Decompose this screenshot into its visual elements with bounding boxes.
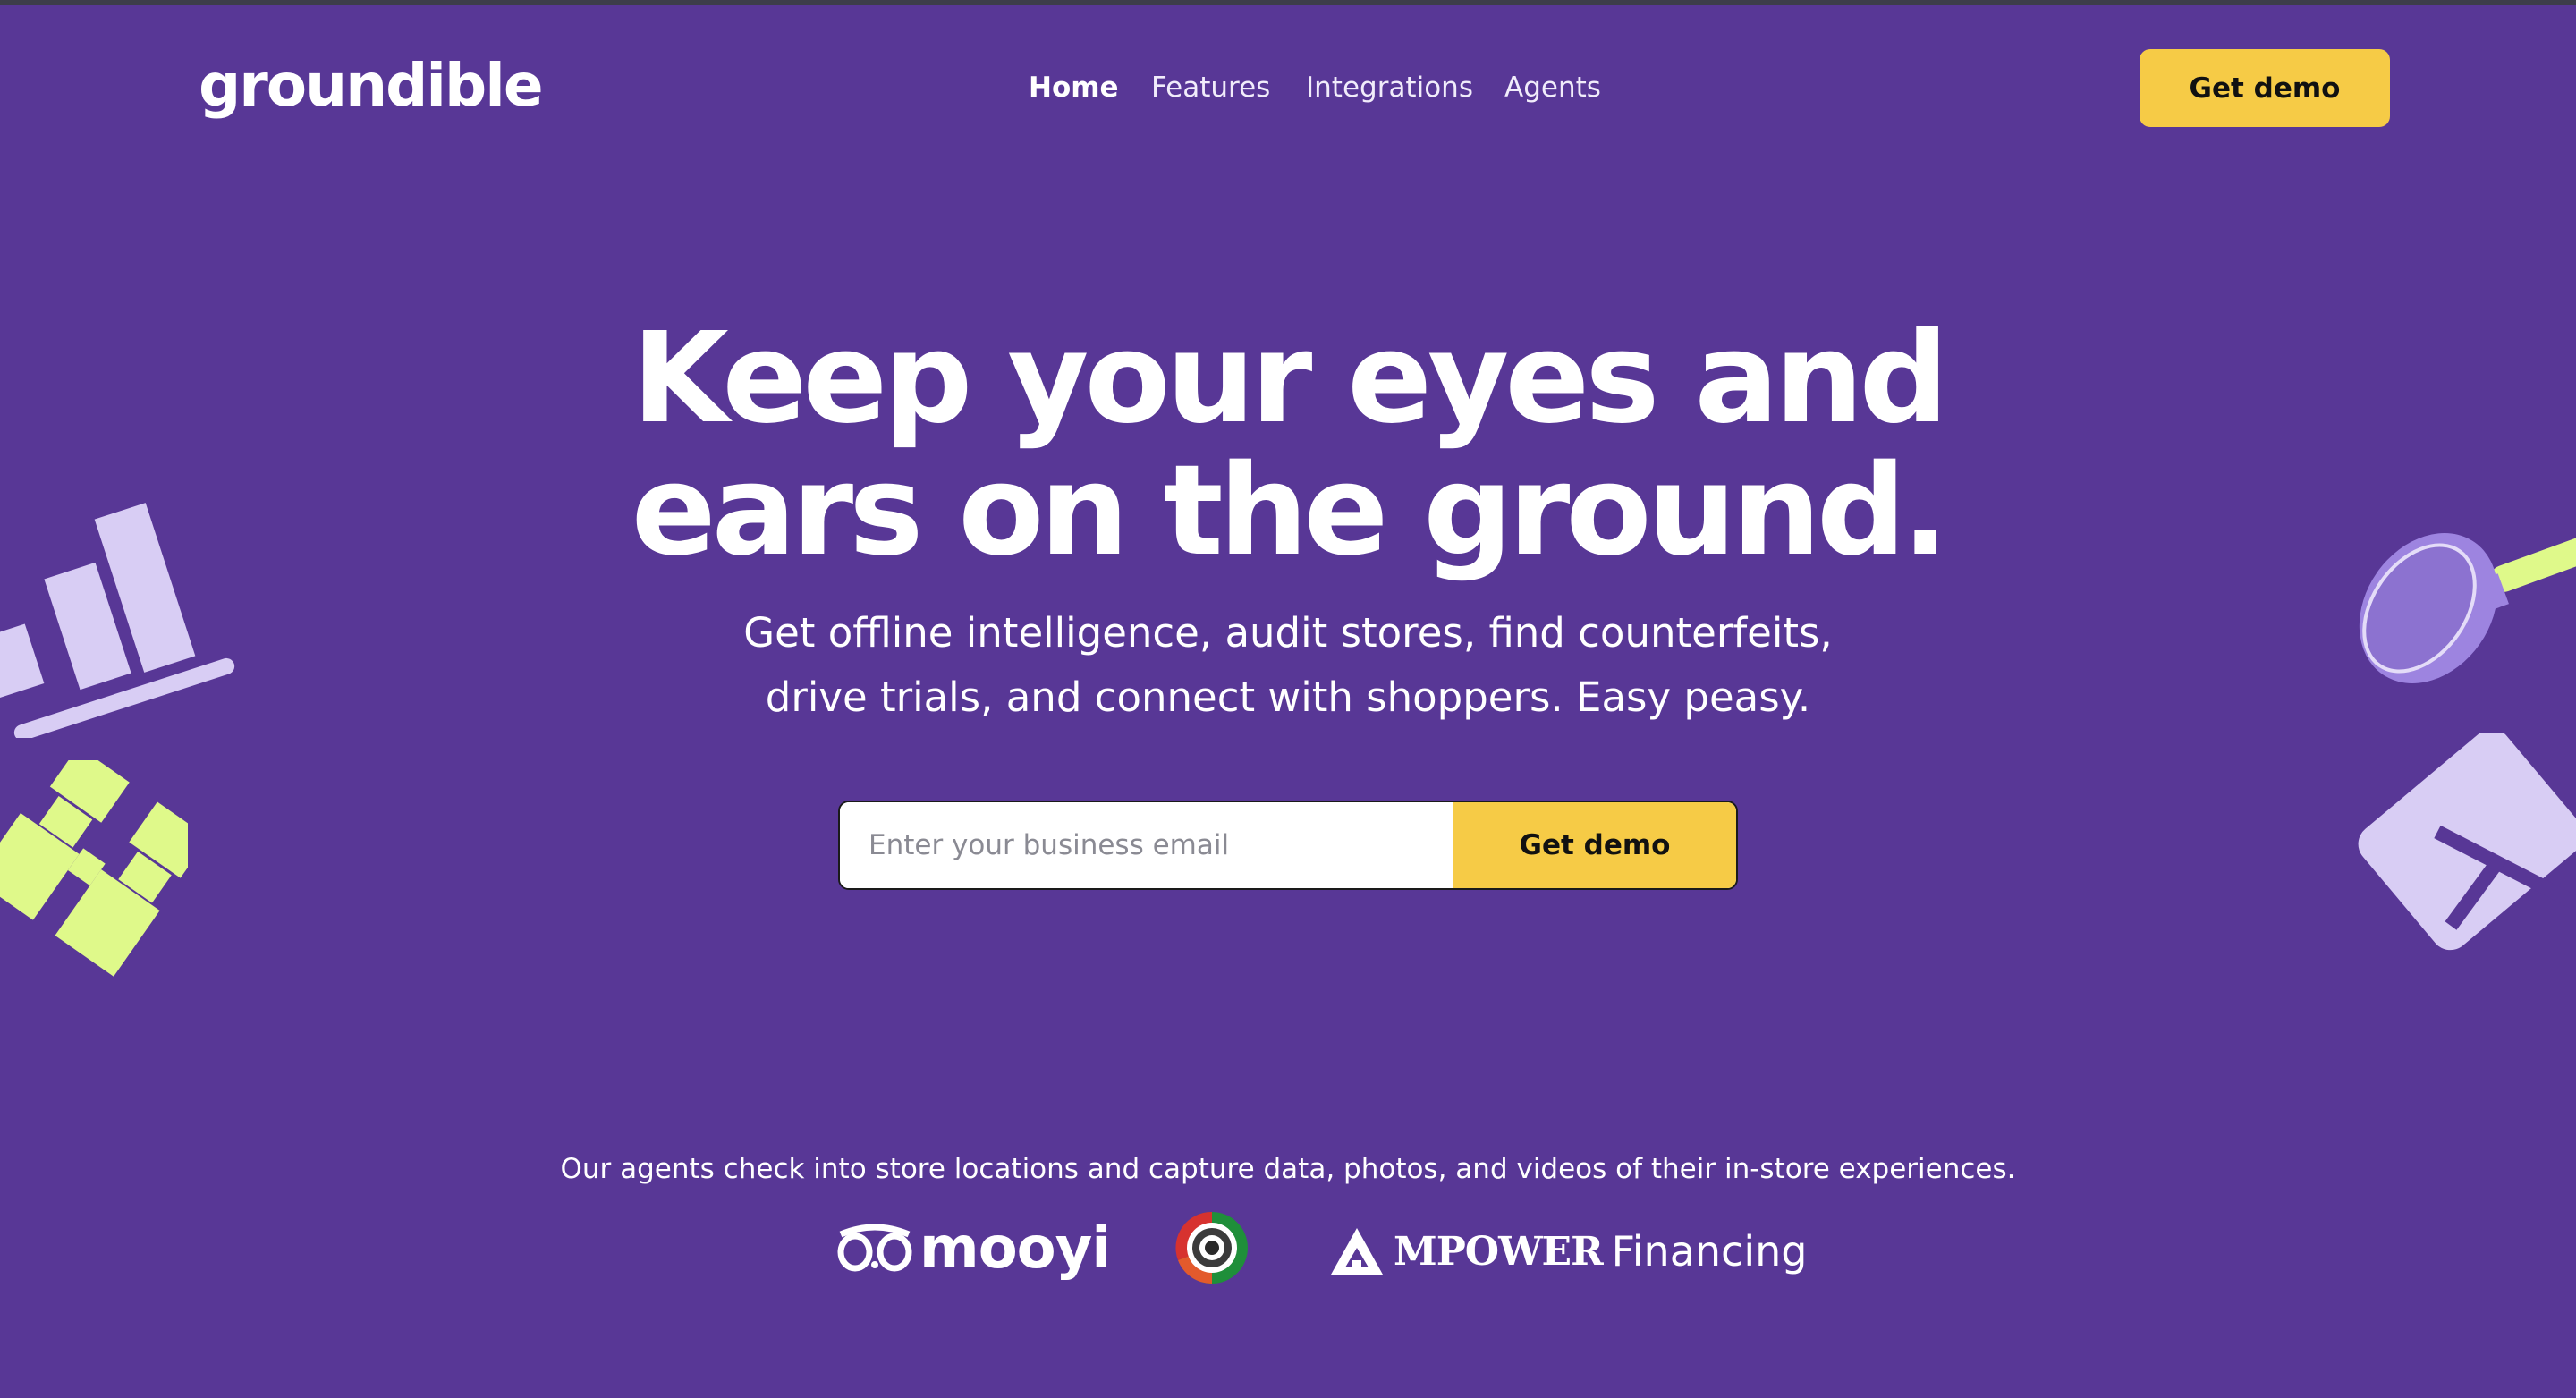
mooyi-wordmark: mooyi [919,1216,1111,1282]
hero-subtitle-line2: drive trials, and connect with shoppers.… [765,674,1811,721]
nav-features[interactable]: Features [1151,70,1270,106]
hero-subtitle-line1: Get offline intelligence, audit stores, … [743,609,1833,657]
mpower-wordmark: MPOWER [1394,1228,1604,1275]
get-demo-hero-button[interactable]: Get demo [1453,802,1736,888]
get-demo-nav-button[interactable]: Get demo [2140,49,2390,127]
nav-home[interactable]: Home [1029,70,1119,106]
email-signup-form: Get demo [838,801,1738,890]
mooyi-logo: mooyi [837,1213,1111,1284]
nav-agents[interactable]: Agents [1504,70,1601,106]
business-email-input[interactable] [840,802,1453,888]
mooyi-eyes-icon [837,1224,912,1272]
hero-headline-line2: ears on the ground. [631,438,1950,584]
mpower-triangle-icon [1331,1228,1383,1275]
map-fold-icon [2358,733,2576,951]
nav-integrations[interactable]: Integrations [1306,70,1473,106]
hero-subtitle: Get offline intelligence, audit stores, … [0,601,2576,730]
round-badge-icon [1175,1211,1249,1284]
bar-chart-icon [0,503,235,738]
binoculars-icon [0,760,188,977]
mpower-financing-logo: MPOWER Financing [1329,1220,1807,1283]
browser-top-border [0,0,2576,5]
hero-headline: Keep your eyes and ears on the ground. [0,313,2576,578]
hero-headline-line1: Keep your eyes and [631,306,1948,452]
partners-caption: Our agents check into store locations an… [560,1153,2016,1185]
magnifier-icon [2359,533,2576,683]
financing-wordmark: Financing [1611,1227,1808,1275]
